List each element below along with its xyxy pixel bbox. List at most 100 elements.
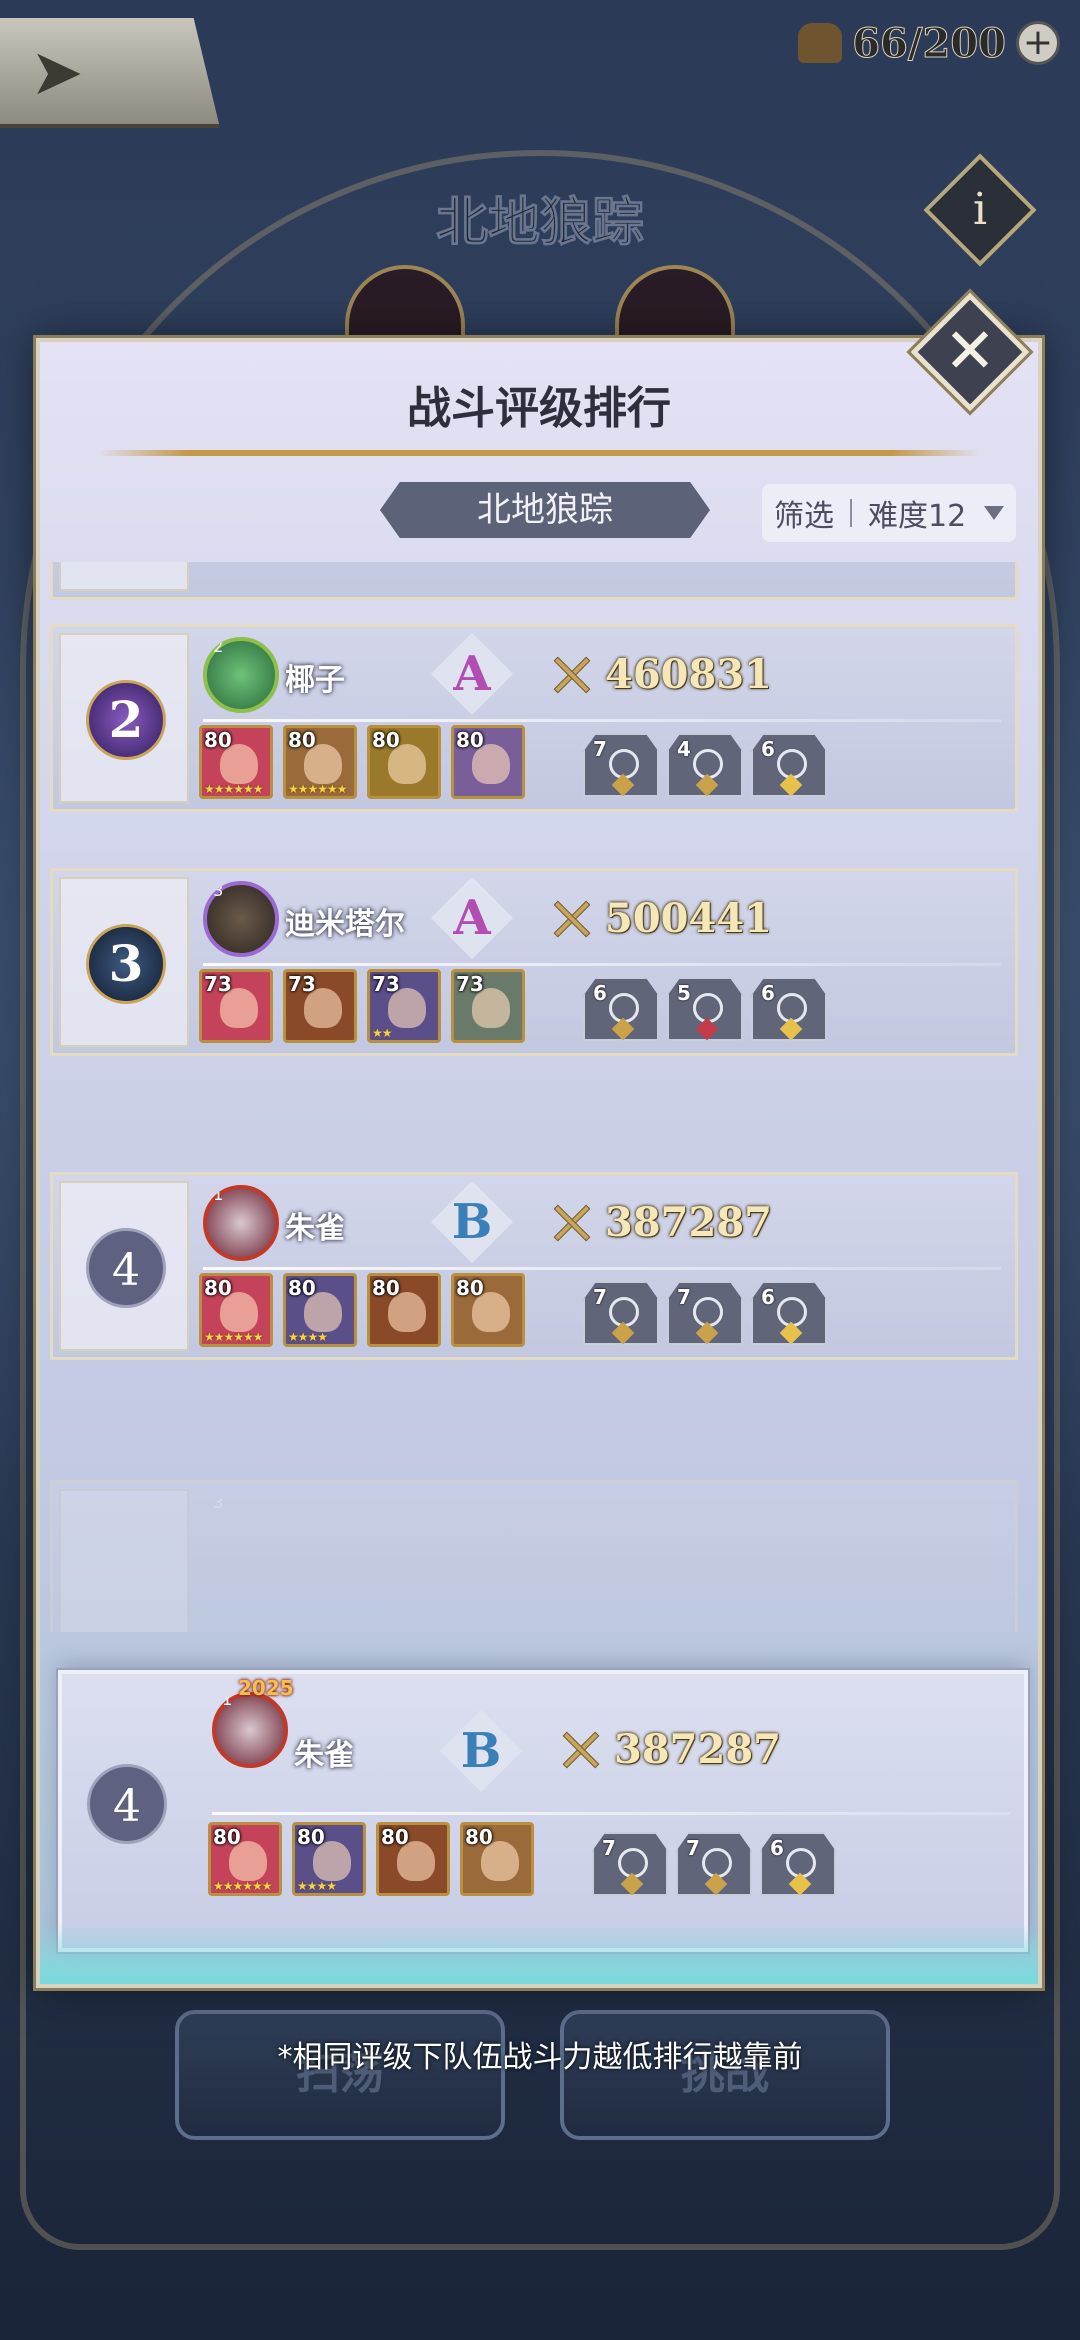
hero-level: 73 <box>288 972 316 996</box>
rank-number: 3 <box>108 934 144 993</box>
hero-level: 80 <box>372 728 400 752</box>
ranking-entry[interactable]: 3 83 迪米塔尔 A 500441 73 73 73 ★★ 73 6 5 6 <box>50 868 1018 1056</box>
hero-stars: ★★ <box>372 1026 392 1040</box>
relic-card[interactable]: 7 <box>592 1832 668 1896</box>
back-button[interactable]: ➤ <box>0 18 220 128</box>
info-icon: i <box>972 184 988 235</box>
rank-column <box>59 562 189 591</box>
hero-card[interactable]: 80 <box>451 725 525 799</box>
hero-card[interactable]: 80 ★★★★★★ <box>199 725 273 799</box>
hero-level: 73 <box>372 972 400 996</box>
relic-card[interactable]: 5 <box>667 977 743 1041</box>
hero-level: 80 <box>381 1825 409 1849</box>
hero-stars: ★★★★ <box>297 1879 337 1893</box>
hero-level: 80 <box>456 728 484 752</box>
hero-team: 80 ★★★★★★ 80 ★★★★ 80 80 <box>199 1273 525 1347</box>
relic-card[interactable]: 6 <box>760 1832 836 1896</box>
relic-level: 7 <box>677 1285 691 1309</box>
hero-card[interactable]: 80 <box>367 1273 441 1347</box>
hero-stars: ★★★★★★ <box>204 782 264 796</box>
relic-card[interactable]: 6 <box>751 1281 827 1345</box>
relic-level: 6 <box>761 1285 775 1309</box>
relic-card[interactable]: 6 <box>751 977 827 1041</box>
hero-level: 73 <box>204 972 232 996</box>
hero-card[interactable]: 80 ★★★★★★ <box>199 1273 273 1347</box>
bread-icon <box>798 23 843 63</box>
player-level: 81 <box>212 1690 233 1709</box>
player-level: 81 <box>203 1185 224 1204</box>
crossed-swords-icon <box>558 1727 604 1773</box>
own-ranking-entry[interactable]: 4 81 2025 朱雀 B 387287 80 ★★★★★★ 80 ★★★★ 80… <box>58 1670 1028 1952</box>
ranking-entry[interactable]: 4 81 朱雀 B 387287 80 ★★★★★★ 80 ★★★★ 80 80 7… <box>50 1172 1018 1360</box>
hero-card[interactable]: 80 ★★★★★★ <box>283 725 357 799</box>
relic-card[interactable]: 6 <box>583 977 659 1041</box>
hero-card[interactable]: 73 <box>451 969 525 1043</box>
hero-card[interactable]: 80 ★★★★ <box>283 1273 357 1347</box>
hero-card[interactable]: 73 <box>283 969 357 1043</box>
player-level: 82 <box>203 637 224 656</box>
combat-power: 500441 <box>549 895 772 942</box>
grade-badge: A <box>430 876 514 960</box>
relic-level: 4 <box>677 737 691 761</box>
hero-stars: ★★★★★★ <box>213 1879 273 1893</box>
combat-power-value: 500441 <box>605 895 772 942</box>
hero-team: 73 73 73 ★★ 73 <box>199 969 525 1043</box>
rank-medal: 3 <box>76 914 176 1014</box>
row-divider <box>203 1267 1001 1270</box>
hero-card[interactable]: 80 <box>367 725 441 799</box>
player-level: 83 <box>203 1493 224 1512</box>
rank-column <box>59 1489 189 1632</box>
hero-team: 80 ★★★★★★ 80 ★★★★★★ 80 80 <box>199 725 525 799</box>
grade-letter: A <box>453 646 491 702</box>
modal-title: 战斗评级排行 <box>407 383 671 434</box>
relic-card[interactable]: 7 <box>667 1281 743 1345</box>
grade-letter: B <box>460 1723 502 1779</box>
grade-badge: A <box>430 632 514 716</box>
relic-level: 7 <box>602 1836 616 1860</box>
modal-bottom-glow <box>40 1924 1038 1984</box>
grade-letter: B <box>451 1194 493 1250</box>
relic-level: 7 <box>593 737 607 761</box>
hero-card[interactable]: 80 <box>460 1822 534 1896</box>
hero-card[interactable]: 80 ★★★★ <box>292 1822 366 1896</box>
grade-badge: B <box>439 1709 523 1793</box>
grade-badge: B <box>430 1180 514 1264</box>
hero-level: 80 <box>204 728 232 752</box>
resource-counter: 66/200 + <box>798 18 1060 68</box>
rank-column: 3 <box>59 877 189 1047</box>
rank-number: 2 <box>108 690 144 749</box>
relic-card[interactable]: 7 <box>583 1281 659 1345</box>
difficulty-value: 难度12 <box>868 499 967 534</box>
ranking-list[interactable]: 2 82 椰子 A 460831 80 ★★★★★★ 80 ★★★★★★ 80 80… <box>40 562 1038 1632</box>
rank-number: 4 <box>86 1228 166 1308</box>
relic-card[interactable]: 7 <box>583 733 659 797</box>
filter-separator <box>850 499 852 527</box>
title-divider <box>98 450 980 456</box>
back-arrow-icon: ➤ <box>30 36 84 110</box>
hero-card[interactable]: 80 ★★★★★★ <box>208 1822 282 1896</box>
ranking-footnote: *相同评级下队伍战斗力越低排行越靠前 <box>277 2040 803 2075</box>
relic-card[interactable]: 7 <box>676 1832 752 1896</box>
combat-power: 460831 <box>549 651 772 698</box>
relic-set: 7 7 6 <box>592 1832 836 1896</box>
player-name: 椰子 <box>285 663 345 698</box>
hero-level: 80 <box>213 1825 241 1849</box>
rank-column: 2 <box>59 633 189 803</box>
ranking-entry-partial <box>50 562 1018 600</box>
filter-label: 筛选 <box>774 499 834 534</box>
relic-card[interactable]: 4 <box>667 733 743 797</box>
stage-title: 北地狼踪 <box>435 192 644 254</box>
hero-card[interactable]: 73 ★★ <box>367 969 441 1043</box>
difficulty-filter[interactable]: 筛选 难度12 <box>762 484 1016 542</box>
hero-card[interactable]: 80 <box>376 1822 450 1896</box>
rank-column: 4 <box>62 1674 1024 1938</box>
relic-card[interactable]: 6 <box>751 733 827 797</box>
row-divider <box>212 1812 1010 1815</box>
ranking-entry[interactable]: 2 82 椰子 A 460831 80 ★★★★★★ 80 ★★★★★★ 80 80… <box>50 624 1018 812</box>
player-name: 朱雀 <box>294 1738 354 1773</box>
hero-level: 80 <box>288 1276 316 1300</box>
hero-card[interactable]: 73 <box>199 969 273 1043</box>
hero-card[interactable]: 80 <box>451 1273 525 1347</box>
add-resource-button[interactable]: + <box>1016 21 1060 65</box>
hero-level: 80 <box>456 1276 484 1300</box>
